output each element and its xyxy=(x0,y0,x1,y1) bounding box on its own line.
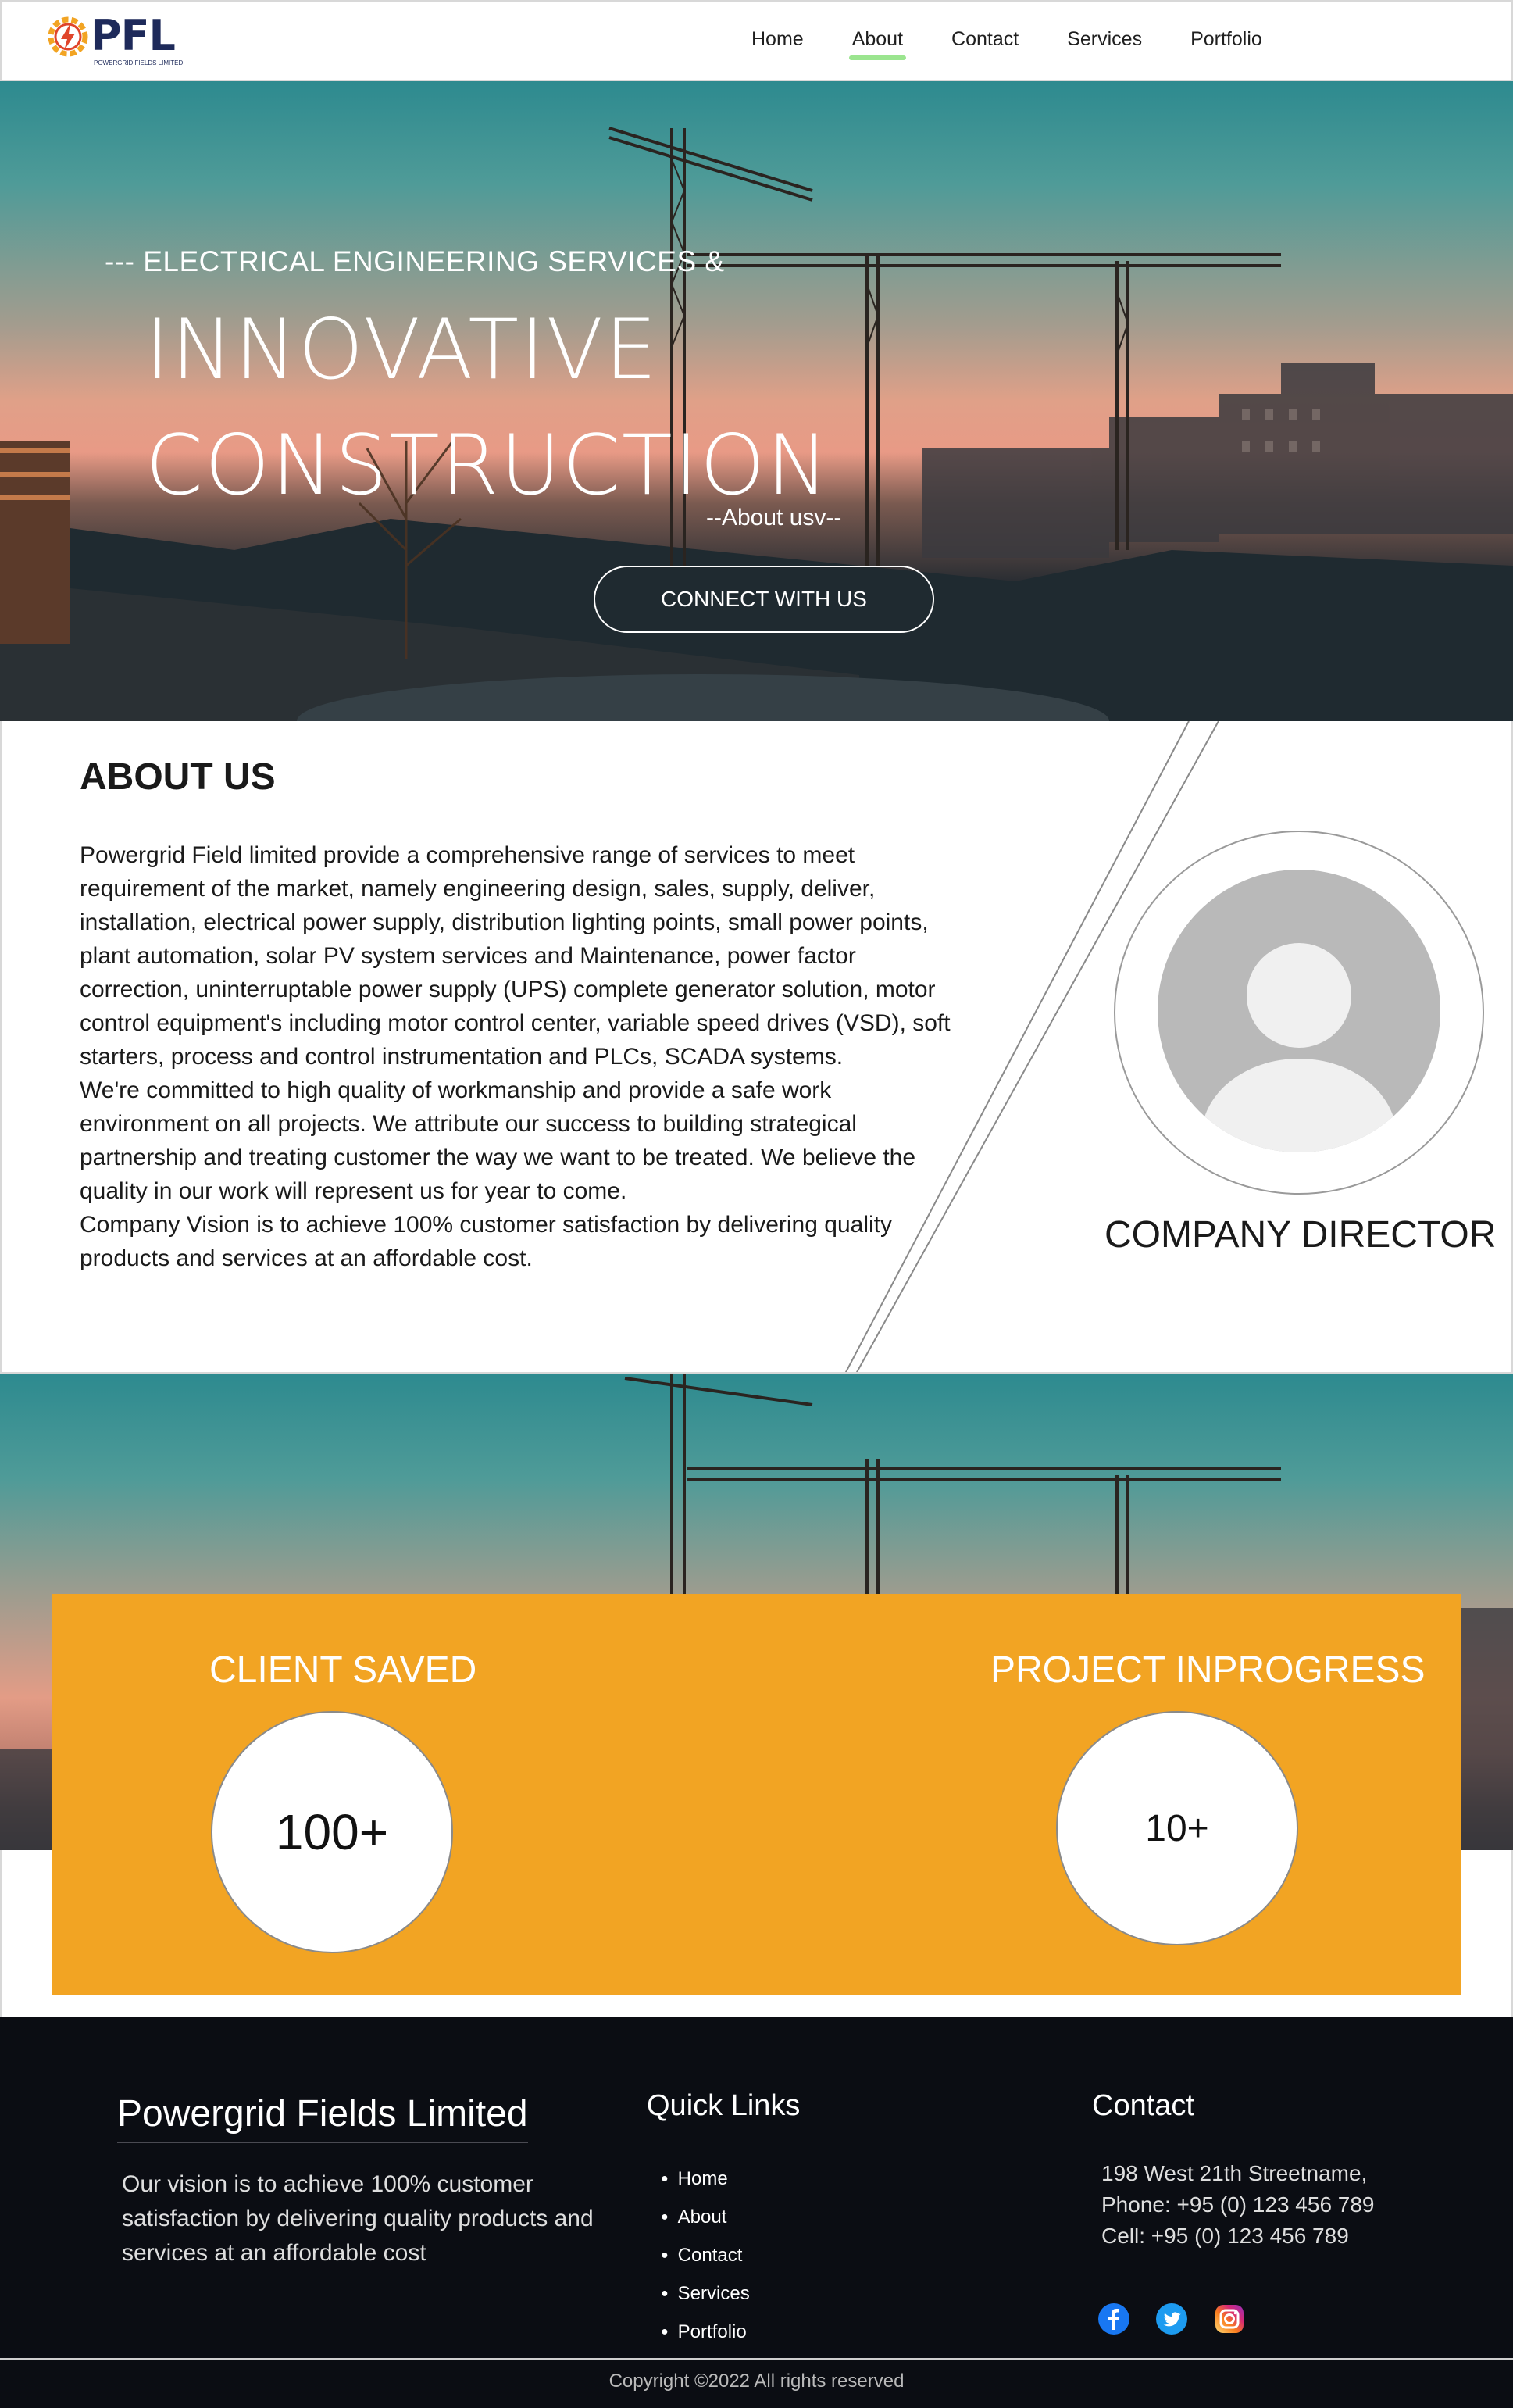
site-footer: Powergrid Fields Limited Our vision is t… xyxy=(0,2017,1513,2408)
site-header: PFL POWERGRID FIELDS LIMITED Home About … xyxy=(0,0,1513,81)
contact-cell: Cell: +95 (0) 123 456 789 xyxy=(1101,2224,1349,2248)
footer-divider xyxy=(0,2358,1513,2360)
twitter-icon[interactable] xyxy=(1154,2302,1189,2336)
avatar-head-shape xyxy=(1247,943,1351,1048)
hero-kicker: --- ELECTRICAL ENGINEERING SERVICES & xyxy=(105,245,725,277)
nav-services[interactable]: Services xyxy=(1067,28,1142,51)
about-paragraph: Company Vision is to achieve 100% custom… xyxy=(80,1212,892,1271)
about-title: ABOUT US xyxy=(80,756,276,798)
footer-link-portfolio[interactable]: Portfolio xyxy=(661,2314,750,2353)
quick-links-heading: Quick Links xyxy=(647,2089,801,2122)
footer-link-contact[interactable]: Contact xyxy=(661,2238,750,2276)
client-saved-label: CLIENT SAVED xyxy=(209,1649,477,1691)
client-saved-value: 100+ xyxy=(211,1711,453,1953)
contact-heading: Contact xyxy=(1092,2089,1194,2122)
nav-home[interactable]: Home xyxy=(751,28,804,51)
contact-address: 198 West 21th Streetname, xyxy=(1101,2161,1368,2185)
contact-details: 198 West 21th Streetname, Phone: +95 (0)… xyxy=(1101,2158,1375,2252)
connect-with-us-button[interactable]: CONNECT WITH US xyxy=(594,566,934,633)
contact-phone: Phone: +95 (0) 123 456 789 xyxy=(1101,2192,1375,2217)
about-description: Powergrid Field limited provide a compre… xyxy=(80,838,962,1275)
footer-brand: Powergrid Fields Limited xyxy=(117,2092,528,2143)
company-logo[interactable]: PFL POWERGRID FIELDS LIMITED xyxy=(45,11,186,67)
nav-contact[interactable]: Contact xyxy=(951,28,1019,51)
about-paragraph: Powergrid Field limited provide a compre… xyxy=(80,842,951,1070)
copyright-text: Copyright ©2022 All rights reserved xyxy=(608,2370,905,2392)
about-us-link[interactable]: --About usv-- xyxy=(706,505,841,531)
director-label: COMPANY DIRECTOR xyxy=(1104,1214,1497,1256)
about-section: ABOUT US Powergrid Field limited provide… xyxy=(0,721,1513,1374)
about-paragraph: We're committed to high quality of workm… xyxy=(80,1077,916,1204)
logo-subtitle: POWERGRID FIELDS LIMITED xyxy=(94,59,184,66)
project-inprogress-label: PROJECT INPROGRESS xyxy=(990,1649,1426,1691)
nav-about[interactable]: About xyxy=(848,28,907,60)
quick-links-list: Home About Contact Services Portfolio xyxy=(661,2161,750,2353)
footer-link-about[interactable]: About xyxy=(661,2199,750,2238)
instagram-icon[interactable] xyxy=(1212,2302,1247,2336)
main-nav: Home About Contact Services Portfolio xyxy=(751,28,1311,60)
avatar-body-shape xyxy=(1201,1059,1397,1152)
lightning-gear-icon xyxy=(48,16,88,57)
facebook-icon[interactable] xyxy=(1097,2302,1131,2336)
hero-title: INNOVATIVE CONSTRUCTION xyxy=(145,292,830,523)
hero-title-line1: INNOVATIVE xyxy=(145,302,658,398)
nav-portfolio[interactable]: Portfolio xyxy=(1190,28,1262,51)
logo-wordmark: PFL xyxy=(91,11,176,60)
stats-panel: CLIENT SAVED 100+ PROJECT INPROGRESS 10+ xyxy=(52,1594,1461,1995)
footer-vision: Our vision is to achieve 100% customer s… xyxy=(122,2171,594,2266)
social-links xyxy=(1097,2302,1270,2336)
project-inprogress-value: 10+ xyxy=(1056,1711,1298,1945)
footer-link-home[interactable]: Home xyxy=(661,2161,750,2199)
hero-title-line2: CONSTRUCTION xyxy=(145,417,830,513)
hero-banner: --- ELECTRICAL ENGINEERING SERVICES & IN… xyxy=(0,81,1513,721)
footer-link-services[interactable]: Services xyxy=(661,2276,750,2314)
director-avatar xyxy=(1158,870,1440,1152)
